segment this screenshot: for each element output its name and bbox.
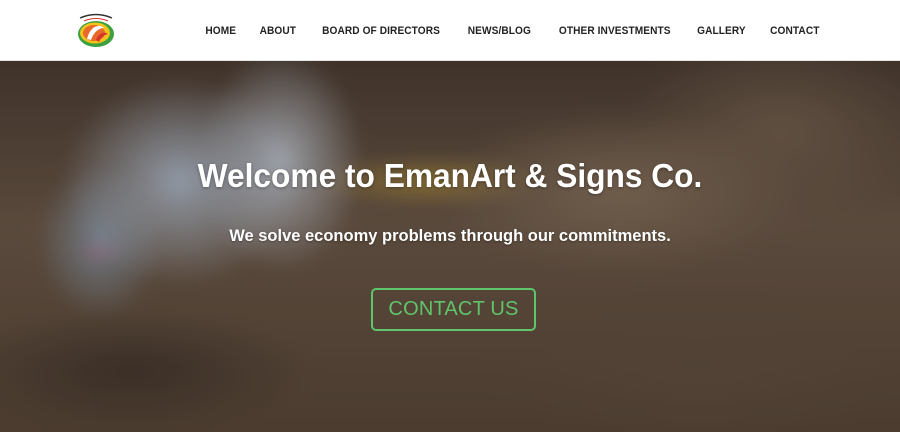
nav-news-blog[interactable]: NEWS/BLOG xyxy=(468,25,531,37)
hero-subtitle: We solve economy problems through our co… xyxy=(229,227,671,245)
hero-title: Welcome to EmanArt & Signs Co. xyxy=(197,157,703,194)
nav-gallery[interactable]: GALLERY xyxy=(698,25,747,37)
contact-us-button[interactable]: CONTACT US xyxy=(371,288,536,331)
logo-graphic xyxy=(78,13,114,47)
nav-board-of-directors[interactable]: BOARD OF DIRECTORS xyxy=(322,25,440,37)
nav-other-investments[interactable]: OTHER INVESTMENTS xyxy=(559,25,671,37)
nav-home[interactable]: HOME xyxy=(205,25,236,37)
hero-section: Welcome to EmanArt & Signs Co. We solve … xyxy=(0,61,900,432)
nav-about[interactable]: ABOUT xyxy=(259,25,295,37)
site-header: HOME ABOUT BOARD OF DIRECTORS NEWS/BLOG … xyxy=(0,0,900,61)
emanart-logo-icon[interactable] xyxy=(74,9,118,51)
hero-overlay xyxy=(0,61,900,432)
nav-contact[interactable]: CONTACT xyxy=(770,25,819,37)
main-nav: HOME ABOUT BOARD OF DIRECTORS NEWS/BLOG … xyxy=(204,0,822,61)
